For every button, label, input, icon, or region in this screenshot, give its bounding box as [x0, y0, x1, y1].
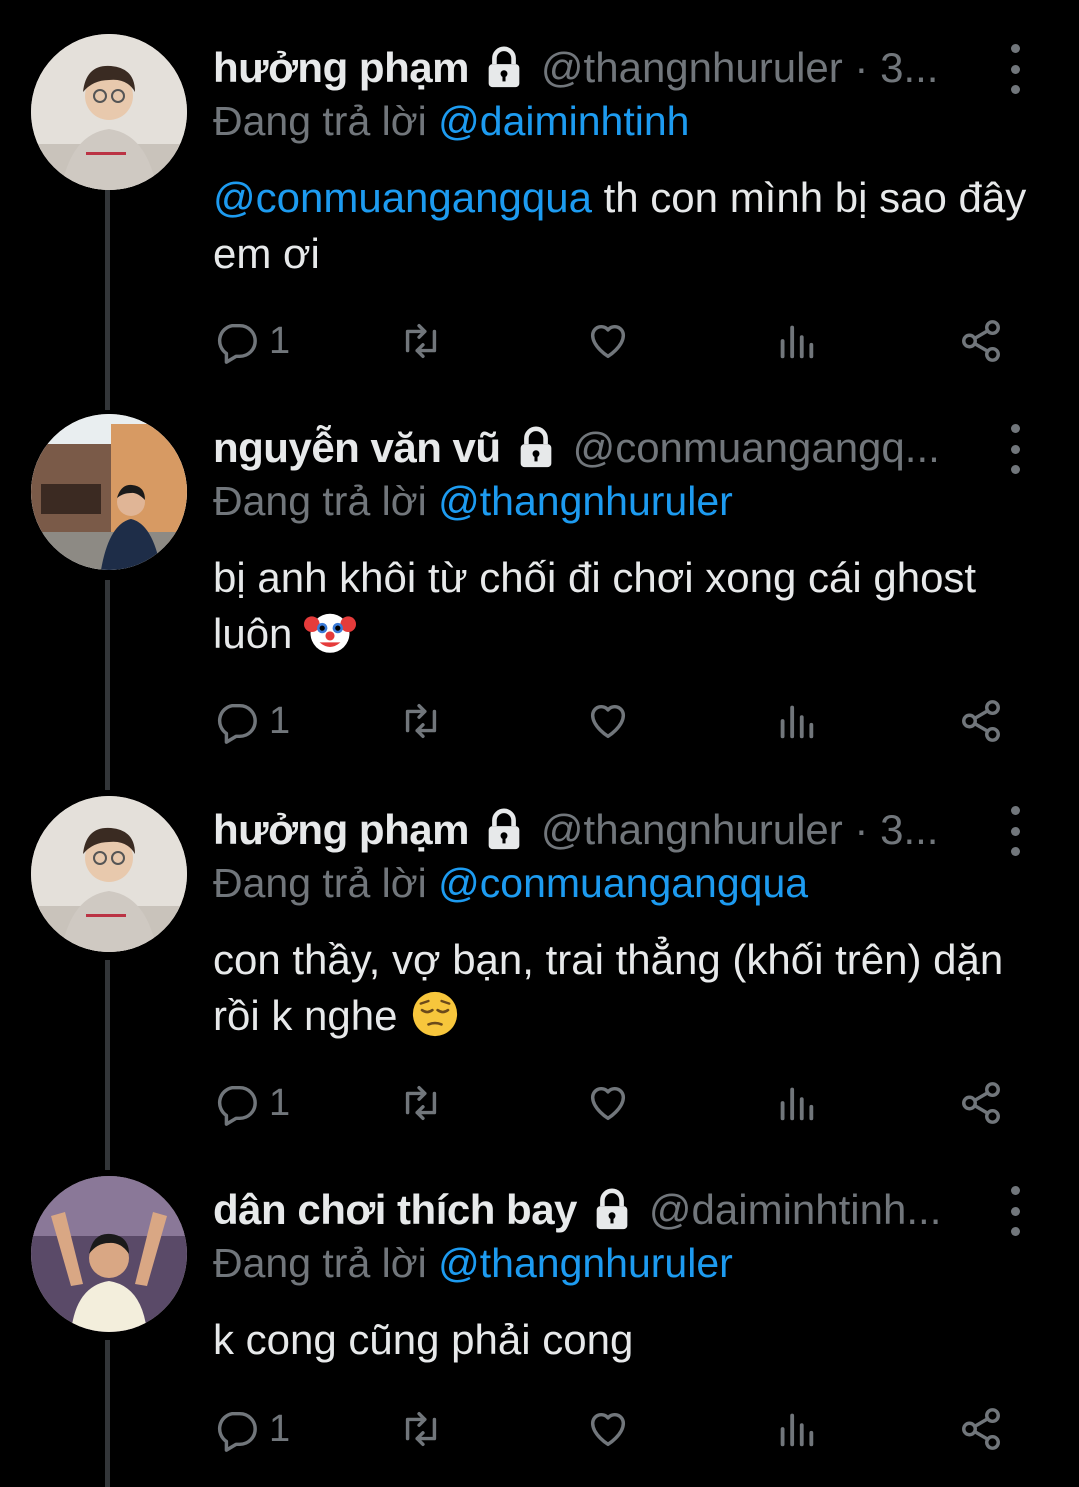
lock-icon: [481, 807, 527, 853]
tweet-text: @conmuangangqua th con mình bị sao đây e…: [213, 170, 1033, 282]
clown-face-icon: [304, 606, 357, 658]
retweet-icon: [405, 1411, 437, 1447]
reply-count: 1: [269, 319, 291, 362]
replying-to-link[interactable]: @thangnhuruler: [438, 478, 733, 524]
replying-to: Đang trả lời @conmuangangqua: [213, 860, 808, 907]
share-button[interactable]: [958, 1404, 1004, 1454]
replying-to-link[interactable]: @thangnhuruler: [438, 1240, 733, 1286]
tweet-header: nguyễn văn vũ @conmuangangq...: [213, 418, 1013, 478]
tweet-text-content: con thầy, vợ bạn, trai thẳng (khối trên)…: [213, 936, 1004, 1039]
mention-link[interactable]: @conmuangangqua: [213, 174, 592, 221]
tweet-header: hưởng phạm @thangnhuruler · 3...: [213, 38, 1013, 98]
tweet-text: con thầy, vợ bạn, trai thẳng (khối trên)…: [213, 932, 1033, 1044]
views-icon: [780, 1413, 814, 1447]
display-name[interactable]: dân chơi thích bay: [213, 1186, 577, 1234]
tweet-text: k cong cũng phải cong: [213, 1312, 1033, 1368]
reply-icon: [217, 1085, 257, 1126]
retweet-icon: [405, 703, 437, 739]
like-icon: [590, 324, 626, 359]
tweet-actions: 1: [213, 1078, 1013, 1128]
tweet-actions: 1: [213, 696, 1013, 746]
like-button[interactable]: [585, 696, 631, 746]
share-icon: [962, 320, 1000, 362]
lock-icon: [481, 45, 527, 91]
share-icon: [962, 1408, 1000, 1450]
share-button[interactable]: [958, 696, 1004, 746]
replying-to: Đang trả lời @thangnhuruler: [213, 478, 733, 525]
thread-line: [105, 960, 110, 1170]
replying-to-link[interactable]: @daiminhtinh: [438, 98, 689, 144]
avatar[interactable]: [31, 1176, 187, 1332]
retweet-button[interactable]: [398, 696, 444, 746]
replying-label: Đang trả lời: [213, 478, 427, 524]
retweet-button[interactable]: [398, 1078, 444, 1128]
replying-to: Đang trả lời @thangnhuruler: [213, 1240, 733, 1287]
like-icon: [590, 1412, 626, 1447]
views-button[interactable]: [773, 1078, 819, 1128]
handle[interactable]: @daiminhtinh...: [649, 1186, 1013, 1234]
reply-icon: [217, 1411, 257, 1452]
tweet-actions: 1: [213, 1404, 1013, 1454]
reply-count: 1: [269, 1407, 291, 1450]
replying-to: Đang trả lời @daiminhtinh: [213, 98, 689, 145]
avatar[interactable]: [31, 796, 187, 952]
retweet-button[interactable]: [398, 316, 444, 366]
avatar[interactable]: [31, 414, 187, 570]
replying-label: Đang trả lời: [213, 1240, 427, 1286]
thread-line: [105, 170, 110, 410]
retweet-icon: [405, 323, 437, 359]
more-icon[interactable]: [1000, 806, 1030, 856]
reply-button[interactable]: 1: [213, 1078, 290, 1128]
retweet-button[interactable]: [398, 1404, 444, 1454]
reply-button[interactable]: 1: [213, 316, 290, 366]
views-button[interactable]: [773, 316, 819, 366]
display-name[interactable]: hưởng phạm: [213, 806, 469, 854]
handle[interactable]: @thangnhuruler · 3...: [541, 44, 1013, 92]
lock-icon: [513, 425, 559, 471]
like-icon: [590, 1086, 626, 1121]
reply-button[interactable]: 1: [213, 696, 290, 746]
more-icon[interactable]: [1000, 424, 1030, 474]
thread-line: [105, 1340, 110, 1487]
thread-line: [105, 580, 110, 790]
tweet-text-content: k cong cũng phải cong: [213, 1316, 634, 1363]
like-icon: [590, 704, 626, 739]
pensive-face-icon: [409, 988, 461, 1040]
reply-icon: [217, 703, 257, 744]
share-button[interactable]: [958, 316, 1004, 366]
tweet-header: hưởng phạm @thangnhuruler · 3...: [213, 800, 1013, 860]
tweet-header: dân chơi thích bay @daiminhtinh...: [213, 1180, 1013, 1240]
more-icon[interactable]: [1000, 44, 1030, 94]
replying-label: Đang trả lời: [213, 98, 427, 144]
views-icon: [780, 325, 814, 359]
like-button[interactable]: [585, 1404, 631, 1454]
views-icon: [780, 705, 814, 739]
reply-button[interactable]: 1: [213, 1404, 290, 1454]
tweet-text: bị anh khôi từ chối đi chơi xong cái gho…: [213, 550, 1033, 662]
share-icon: [962, 1082, 1000, 1124]
handle[interactable]: @conmuangangq...: [573, 424, 1013, 472]
replying-label: Đang trả lời: [213, 860, 427, 906]
like-button[interactable]: [585, 316, 631, 366]
reply-count: 1: [269, 699, 291, 742]
reply-count: 1: [269, 1081, 291, 1124]
display-name[interactable]: hưởng phạm: [213, 44, 469, 92]
views-button[interactable]: [773, 1404, 819, 1454]
reply-icon: [217, 323, 257, 364]
share-button[interactable]: [958, 1078, 1004, 1128]
views-button[interactable]: [773, 696, 819, 746]
share-icon: [962, 700, 1000, 742]
retweet-icon: [405, 1085, 437, 1121]
display-name[interactable]: nguyễn văn vũ: [213, 424, 501, 472]
handle[interactable]: @thangnhuruler · 3...: [541, 806, 1013, 854]
more-icon[interactable]: [1000, 1186, 1030, 1236]
replying-to-link[interactable]: @conmuangangqua: [438, 860, 808, 906]
views-icon: [780, 1087, 814, 1121]
lock-icon: [589, 1187, 635, 1233]
tweet-actions: 1: [213, 316, 1013, 366]
avatar[interactable]: [31, 34, 187, 190]
like-button[interactable]: [585, 1078, 631, 1128]
